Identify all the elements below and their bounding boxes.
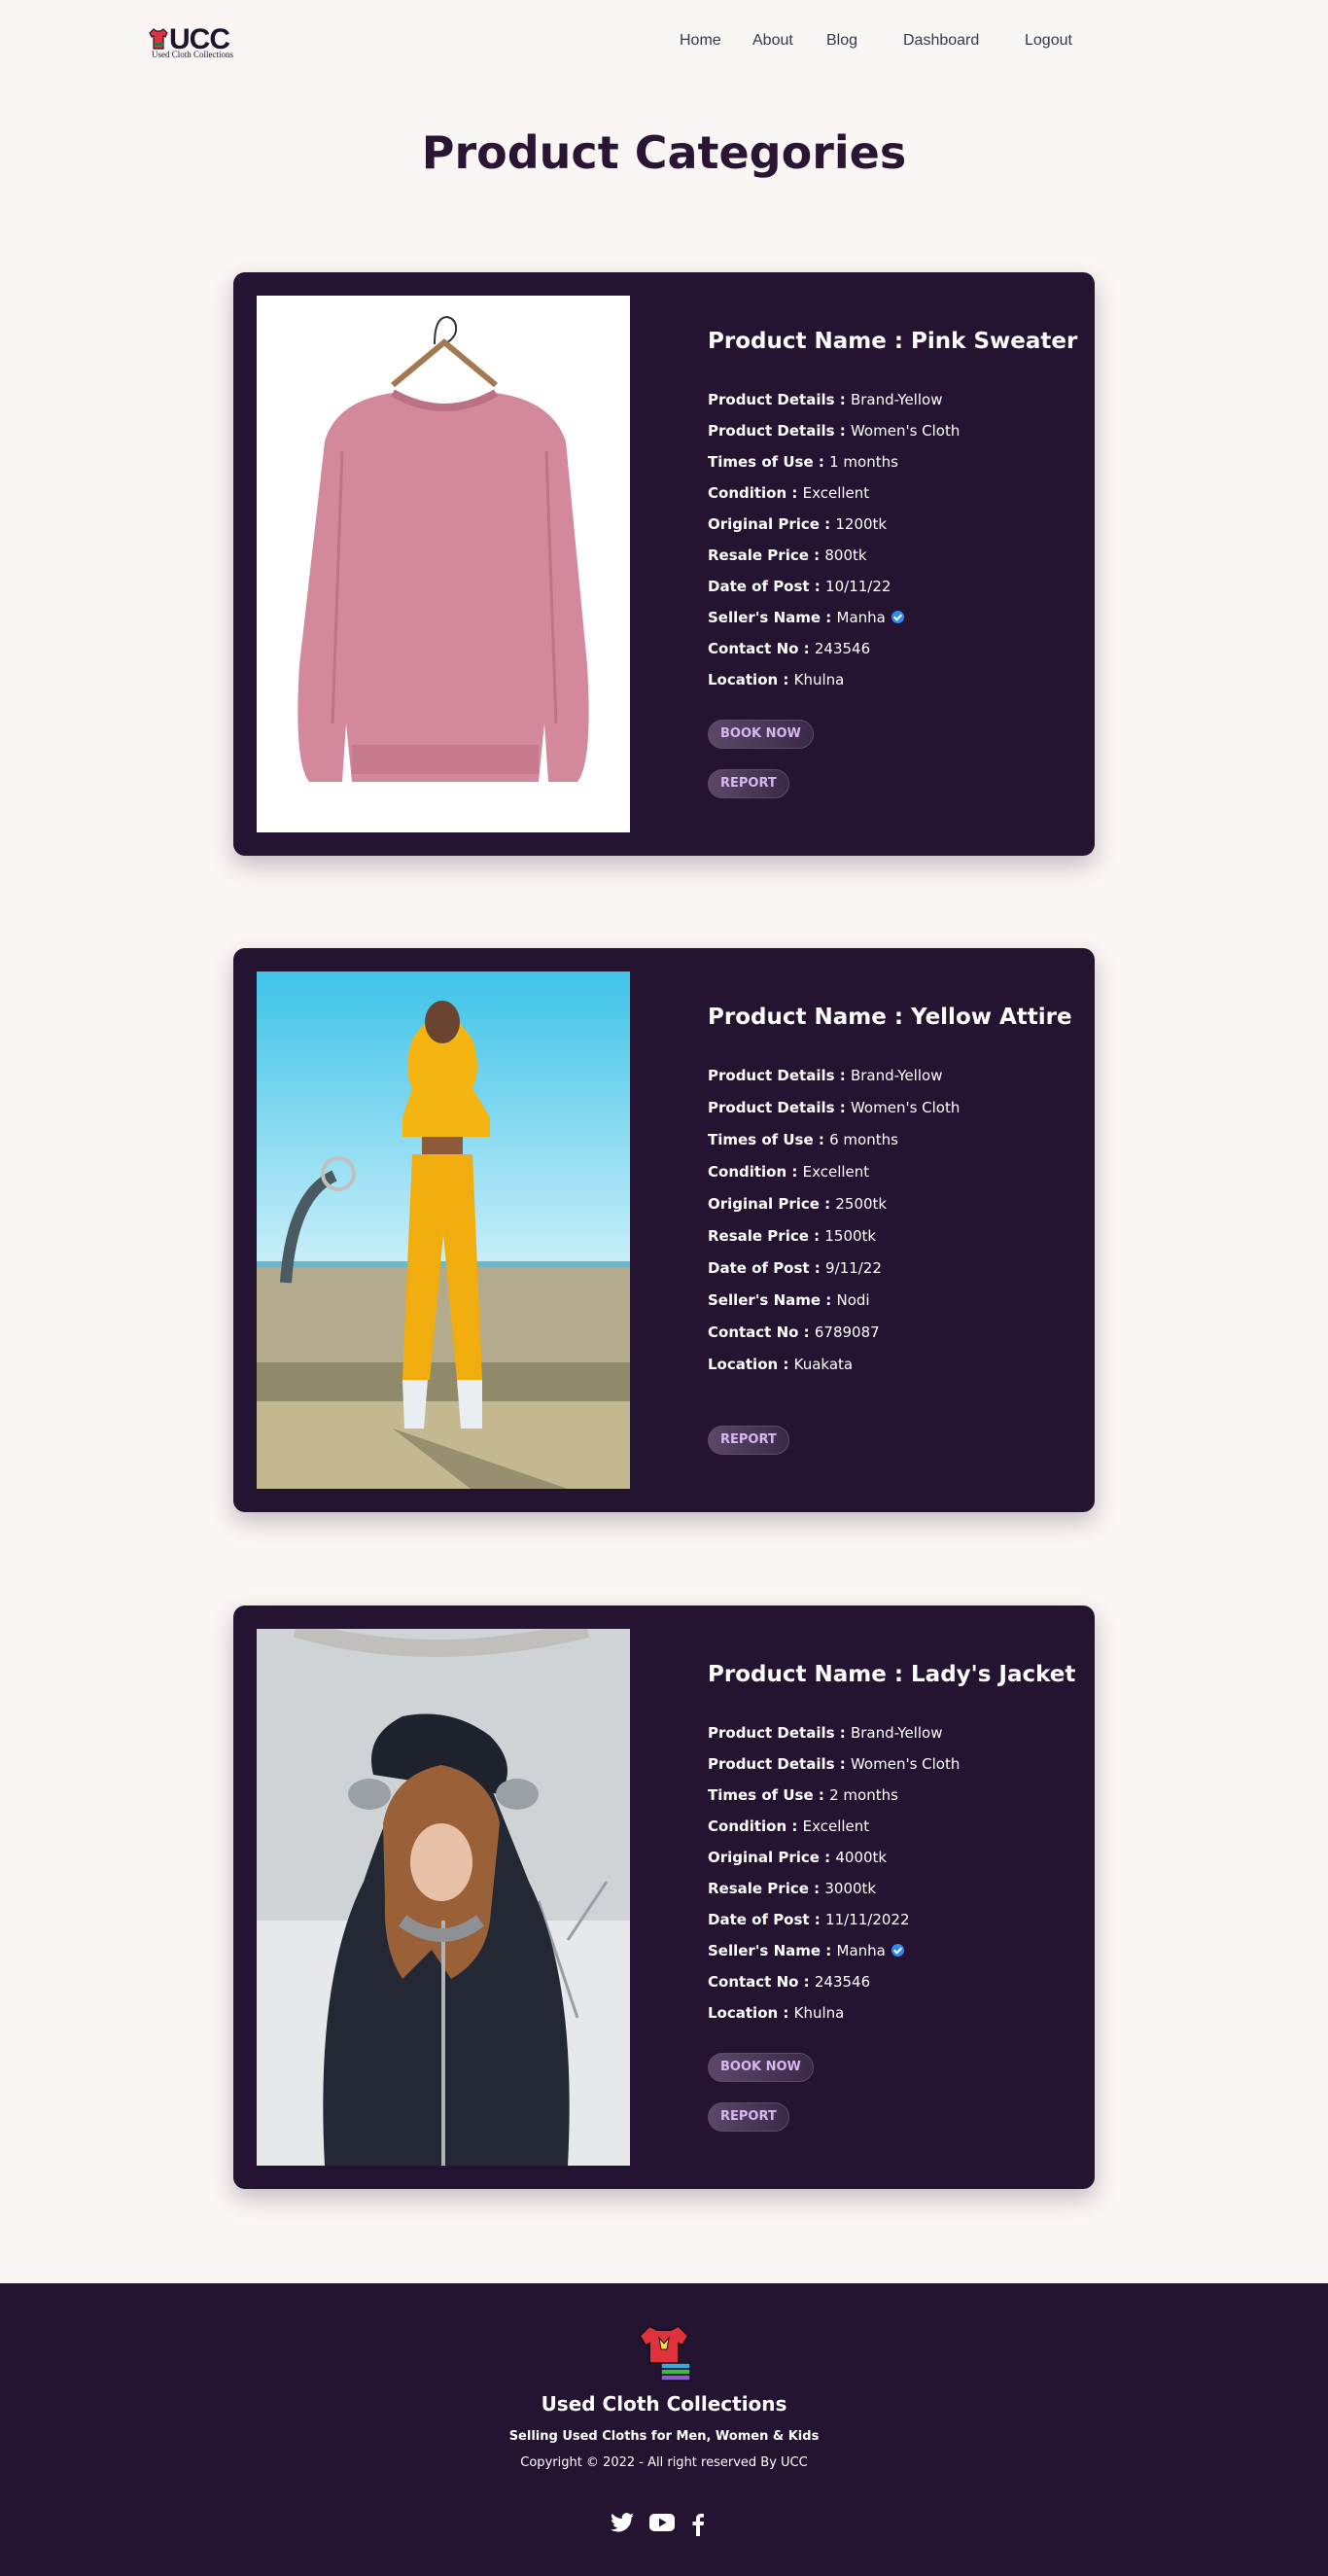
- footer-copyright: Copyright © 2022 - All right reserved By…: [520, 2455, 808, 2470]
- product-brand: Product Details : Brand-Yellow: [708, 391, 943, 408]
- product-type: Product Details : Women's Cloth: [708, 1099, 961, 1116]
- location: Location : Khulna: [708, 671, 845, 688]
- clothes-stack-icon: [638, 2324, 691, 2382]
- nav-link-blog[interactable]: Blog: [826, 32, 857, 50]
- location: Location : Kuakata: [708, 1356, 854, 1373]
- product-card: Product Name : Yellow Attire Product Det…: [233, 948, 1095, 1512]
- report-button[interactable]: REPORT: [708, 1426, 789, 1455]
- footer-title: Used Cloth Collections: [541, 2392, 787, 2416]
- original-price: Original Price : 4000tk: [708, 1849, 888, 1866]
- seller-name: Seller's Name : Manha: [708, 1942, 904, 1959]
- resale-price: Resale Price : 3000tk: [708, 1880, 877, 1897]
- condition: Condition : Excellent: [708, 484, 870, 502]
- product-image: [257, 296, 630, 832]
- pink-sweater-image: [257, 296, 630, 832]
- original-price: Original Price : 1200tk: [708, 515, 888, 533]
- resale-price: Resale Price : 800tk: [708, 547, 867, 564]
- footer: Used Cloth Collections Selling Used Clot…: [0, 2283, 1328, 2576]
- contact-no: Contact No : 6789087: [708, 1323, 880, 1341]
- nav-link-home[interactable]: Home: [680, 32, 721, 50]
- date-of-post: Date of Post : 10/11/22: [708, 578, 891, 595]
- lady-jacket-image: [257, 1629, 630, 2166]
- shirt-logo-icon: [149, 28, 168, 50]
- nav-link-about[interactable]: About: [752, 32, 793, 50]
- twitter-icon[interactable]: [611, 2513, 634, 2536]
- contact-no: Contact No : 243546: [708, 640, 871, 657]
- product-name: Product Name : Lady's Jacket: [708, 1662, 1076, 1687]
- product-image: [257, 1629, 630, 2166]
- report-button[interactable]: REPORT: [708, 769, 789, 798]
- location: Location : Khulna: [708, 2004, 845, 2022]
- condition: Condition : Excellent: [708, 1817, 870, 1835]
- date-of-post: Date of Post : 9/11/22: [708, 1259, 882, 1277]
- logo-tagline: Used Cloth Collections: [152, 50, 233, 59]
- facebook-icon[interactable]: [692, 2513, 704, 2540]
- resale-price: Resale Price : 1500tk: [708, 1227, 877, 1245]
- product-brand: Product Details : Brand-Yellow: [708, 1724, 943, 1742]
- product-brand: Product Details : Brand-Yellow: [708, 1067, 943, 1084]
- original-price: Original Price : 2500tk: [708, 1195, 888, 1213]
- book-now-button[interactable]: BOOK NOW: [708, 720, 814, 749]
- date-of-post: Date of Post : 11/11/2022: [708, 1911, 910, 1928]
- report-button[interactable]: REPORT: [708, 2102, 789, 2132]
- nav-link-logout[interactable]: Logout: [1025, 32, 1072, 50]
- youtube-icon[interactable]: [649, 2513, 675, 2536]
- navbar: UCC Used Cloth Collections Home About Bl…: [0, 0, 1328, 88]
- times-of-use: Times of Use : 6 months: [708, 1131, 898, 1148]
- times-of-use: Times of Use : 1 months: [708, 453, 898, 471]
- contact-no: Contact No : 243546: [708, 1973, 871, 1991]
- product-image: [257, 971, 630, 1489]
- page-title: Product Categories: [421, 126, 907, 179]
- product-name: Product Name : Yellow Attire: [708, 1005, 1072, 1030]
- product-type: Product Details : Women's Cloth: [708, 422, 961, 440]
- condition: Condition : Excellent: [708, 1163, 870, 1181]
- logo[interactable]: UCC Used Cloth Collections: [148, 25, 245, 60]
- verified-check-icon: [891, 611, 904, 623]
- yellow-attire-image: [257, 971, 630, 1489]
- nav-link-dashboard[interactable]: Dashboard: [903, 32, 979, 50]
- product-card: Product Name : Pink Sweater Product Deta…: [233, 272, 1095, 856]
- times-of-use: Times of Use : 2 months: [708, 1786, 898, 1804]
- product-type: Product Details : Women's Cloth: [708, 1755, 961, 1773]
- book-now-button[interactable]: BOOK NOW: [708, 2053, 814, 2082]
- seller-name: Seller's Name : Manha: [708, 609, 904, 626]
- product-card: Product Name : Lady's Jacket Product Det…: [233, 1606, 1095, 2189]
- footer-subtitle: Selling Used Cloths for Men, Women & Kid…: [508, 2429, 820, 2444]
- product-name: Product Name : Pink Sweater: [708, 329, 1078, 354]
- verified-check-icon: [891, 1944, 904, 1957]
- seller-name: Seller's Name : Nodi: [708, 1291, 870, 1309]
